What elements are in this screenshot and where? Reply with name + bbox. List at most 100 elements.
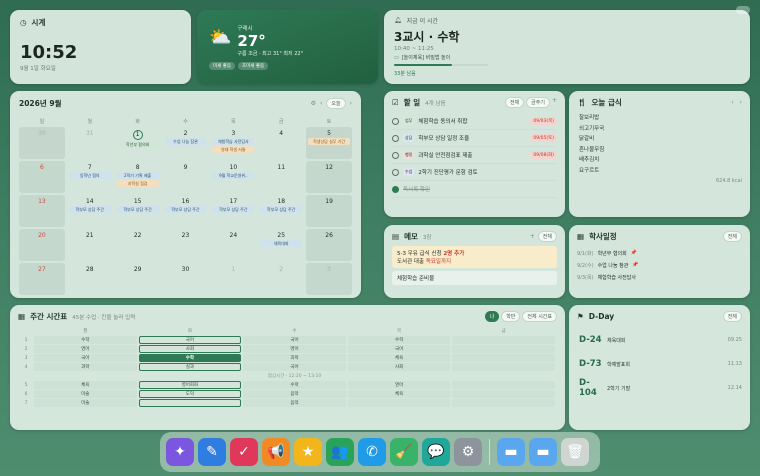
timetable-cell[interactable]: 국어 [138, 336, 242, 344]
calendar-day[interactable]: 7 동학년 협의 [67, 161, 113, 193]
todo-item[interactable]: 상담 학부모 상담 일정 조율 09/05(토) [392, 130, 557, 147]
calendar-event[interactable]: 과학실 점검 [116, 180, 159, 187]
calendar-day[interactable]: 28 [67, 263, 113, 295]
phone-app-icon[interactable]: ✆ [358, 438, 386, 466]
timetable-cell[interactable]: 미술 [34, 399, 137, 407]
todo-item[interactable]: 행정 과학실 안전점검표 제출 09/08(화) [392, 147, 557, 164]
timetable-cell[interactable]: 음악 [243, 399, 346, 407]
timetable-cell[interactable]: 과학 [34, 363, 137, 371]
timetable-cell[interactable] [138, 399, 242, 407]
timetable-cell[interactable]: 영어회화 [138, 381, 242, 389]
dday-item[interactable]: D-104 2학기 기말 12.14 [579, 376, 742, 400]
todo-filter-due[interactable]: 금주기 [526, 97, 550, 108]
todo-checkbox[interactable] [392, 117, 399, 125]
timetable-cell[interactable]: 수학 [138, 354, 242, 362]
memo-note[interactable]: 체험학습 준비물 [392, 271, 557, 285]
calendar-event[interactable]: 학년부 협의회 [116, 141, 159, 148]
timetable-cell[interactable]: 체육 [347, 354, 451, 362]
schedule-item[interactable]: 9/2(수) 수업 나눔 참관 📌 [577, 259, 742, 271]
timetable-cell[interactable]: 영어 [243, 345, 346, 353]
prev-day-button[interactable]: ‹ [731, 99, 733, 106]
add-memo-icon[interactable]: + [530, 233, 535, 240]
calendar-day[interactable]: 16 학부모 상담 주간 [163, 195, 209, 227]
settings-icon[interactable]: ⚙ [311, 100, 316, 107]
timetable-cell[interactable]: 영어 [34, 345, 137, 353]
sparkle-app-icon[interactable]: ✦ [166, 438, 194, 466]
calendar-day[interactable]: 2 수업 나눔 참관 [163, 127, 209, 159]
chat-app-icon[interactable]: 💬 [422, 438, 450, 466]
todo-item[interactable]: 독서록 확인 [392, 181, 557, 198]
calendar-day[interactable]: 30 [163, 263, 209, 295]
timetable-cell[interactable] [452, 399, 555, 407]
window-toggle-icon[interactable] [736, 6, 750, 14]
todo-item[interactable]: 업무 체험학습 동의서 취합 09/03(목) [392, 113, 557, 130]
timetable-cell[interactable]: 국어 [347, 345, 451, 353]
calendar-day[interactable]: 6 [19, 161, 65, 193]
calendar-day[interactable]: 15 학부모 상담 주간 [115, 195, 161, 227]
dday-item[interactable]: D-73 학예발표회 11.13 [579, 352, 742, 376]
timetable-cell[interactable] [452, 363, 555, 371]
memo-filter-all[interactable]: 전체 [537, 231, 557, 242]
timetable-cell[interactable]: 음악 [243, 390, 346, 398]
calendar-day[interactable]: 20 [19, 229, 65, 261]
star-app-icon[interactable]: ★ [294, 438, 322, 466]
todo-filter-all[interactable]: 전체 [504, 97, 525, 108]
memo-note[interactable]: 5-3 우유 급식 신청 2명 추가 도서관 대출 독묘일까지 [392, 246, 557, 268]
calendar-day[interactable]: 30 [19, 127, 65, 159]
calendar-day[interactable]: 17 학부모 상담 주간 [210, 195, 256, 227]
calendar-day[interactable]: 2 [258, 263, 304, 295]
calendar-event[interactable]: 학부모 상담 주간 [68, 206, 111, 213]
timetable-cell[interactable] [452, 390, 555, 398]
calendar-event[interactable]: 학부모 상담 주간 [164, 206, 207, 213]
timetable-cell[interactable]: 국어 [243, 336, 346, 344]
calendar-day[interactable]: 11 [258, 161, 304, 193]
timetable-cell[interactable] [452, 336, 555, 344]
calendar-day[interactable]: 25 체육대회 [258, 229, 304, 261]
tab-class[interactable]: 학반 [501, 311, 521, 322]
weather-widget[interactable]: ⛅ 구래시 27° 구름 조금 · 최고 31° 최저 22° 미세 좋음 초미… [197, 10, 378, 84]
calendar-day[interactable]: 26 [306, 229, 352, 261]
schedule-item[interactable]: 9/3(목) 체험학습 사전답사 [577, 271, 742, 283]
calendar-day[interactable]: 12 [306, 161, 352, 193]
calendar-day[interactable]: 22 [115, 229, 161, 261]
prev-month-button[interactable]: ‹ [320, 100, 322, 107]
schedule-filter-all[interactable]: 전체 [722, 231, 742, 242]
timetable-cell[interactable] [452, 354, 555, 362]
timetable-cell[interactable]: 수학 [243, 381, 346, 389]
calendar-event[interactable]: 학부모 상담 주간 [212, 206, 255, 213]
calendar-event[interactable]: 동학년 협의 [68, 172, 111, 179]
calendar-day[interactable]: 23 [163, 229, 209, 261]
calendar-day[interactable]: 14 학부모 상담 주간 [67, 195, 113, 227]
calendar-day[interactable]: 5 학생상담 실무 기간 [306, 127, 352, 159]
calendar-day[interactable]: 21 [67, 229, 113, 261]
timetable-cell[interactable]: 국어 [243, 363, 346, 371]
timetable-cell[interactable]: 체육 [34, 381, 137, 389]
calendar-event[interactable]: 수업 나눔 참관 [164, 138, 207, 145]
dday-filter-all[interactable]: 전체 [722, 311, 742, 322]
calendar-event[interactable]: 학생상담 실무 기간 [308, 138, 350, 145]
today-button[interactable]: 오늘 [326, 98, 346, 109]
todo-item[interactable]: 수업 2학기 진단평가 문항 검토 [392, 164, 557, 181]
schedule-item[interactable]: 9/1(화) 학년부 협의회 📌 [577, 247, 742, 259]
timetable-cell[interactable]: 도덕 [138, 390, 242, 398]
todo-checkbox[interactable] [392, 185, 399, 193]
tab-mine[interactable]: 나 [484, 311, 500, 322]
calendar-event[interactable]: 체육대회 [260, 240, 303, 247]
calendar-day[interactable]: 29 [115, 263, 161, 295]
timetable-cell[interactable]: 영어 [347, 381, 451, 389]
checklist-app-icon[interactable]: ✓ [230, 438, 258, 466]
calendar-day[interactable]: 31 [67, 127, 113, 159]
dday-item[interactable]: D-24 체육대회 09.25 [579, 328, 742, 352]
calendar-day[interactable]: 18 학부모 상담 주간 [258, 195, 304, 227]
folder-app-icon[interactable]: ▬ [497, 438, 525, 466]
calendar-day[interactable]: 24 [210, 229, 256, 261]
calendar-day[interactable]: 8 2학기 기획 제출 과학실 점검 [115, 161, 161, 193]
todo-checkbox[interactable] [392, 168, 399, 176]
timetable-cell[interactable]: 사회 [347, 363, 451, 371]
pen-app-icon[interactable]: ✎ [198, 438, 226, 466]
timetable-cell[interactable]: 수학 [34, 336, 137, 344]
calendar-day[interactable]: 3 체험학습 사전답사 영재 학생 서통 [210, 127, 256, 159]
timetable-cell[interactable] [452, 345, 555, 353]
calendar-event[interactable]: 영재 학생 서통 [212, 146, 255, 153]
timetable-cell[interactable]: 과학 [243, 354, 346, 362]
